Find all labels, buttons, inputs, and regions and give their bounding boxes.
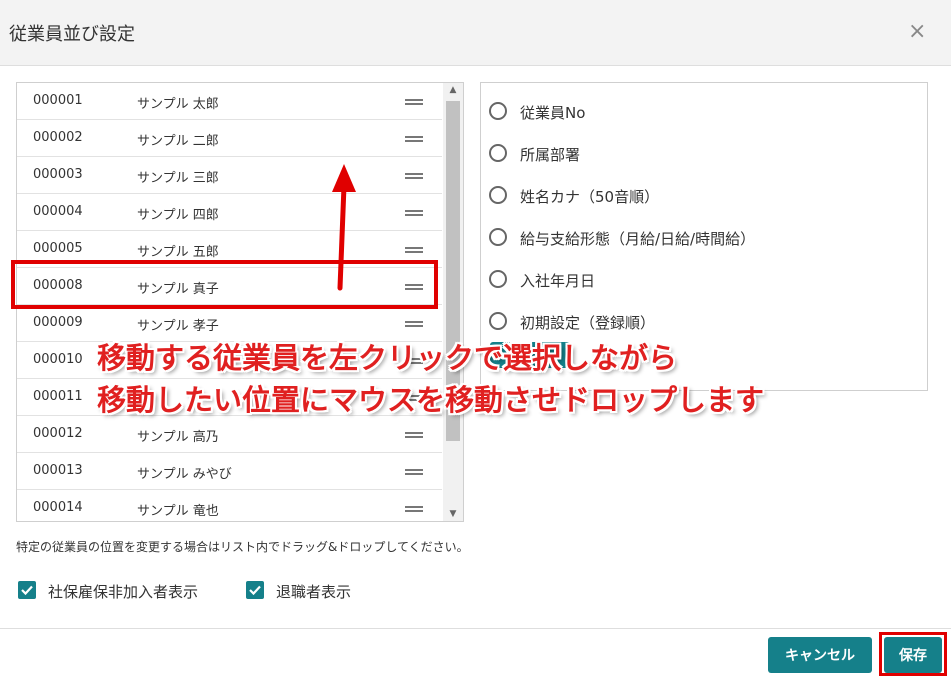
radio-button[interactable] — [489, 186, 507, 204]
radio-label: 従業員No — [520, 104, 586, 122]
employee-name: サンプル 高乃 — [137, 430, 219, 445]
radio-button[interactable] — [489, 312, 507, 330]
radio-label: 姓名カナ（50音順） — [520, 188, 660, 206]
employee-id: 000004 — [33, 204, 83, 219]
employee-name: サンプル みやび — [137, 467, 232, 482]
radio-label: 給与支給形態（月給/日給/時間給） — [520, 230, 756, 248]
employee-id: 000014 — [33, 500, 83, 515]
employee-row[interactable]: 000012 サンプル 高乃 — [17, 416, 442, 453]
employee-id: 000002 — [33, 130, 83, 145]
employee-id: 000005 — [33, 241, 83, 256]
employee-name: サンプル 二郎 — [137, 134, 219, 149]
employee-id: 000013 — [33, 463, 83, 478]
checkbox-checked-icon[interactable] — [246, 581, 264, 599]
checkbox-label: 社保雇保非加入者表示 — [48, 583, 199, 601]
radio-label: 入社年月日 — [520, 272, 596, 290]
drag-handle-icon[interactable] — [405, 247, 423, 253]
annotation-text: 移動したい位置にマウスを移動させドロップします — [97, 383, 765, 417]
scroll-down-icon[interactable]: ▼ — [443, 509, 463, 519]
employee-name: サンプル 孝子 — [137, 319, 219, 334]
employee-row[interactable]: 000013 サンプル みやび — [17, 453, 442, 490]
help-text: 特定の従業員の位置を変更する場合はリスト内でドラッグ&ドロップしてください。 — [16, 540, 469, 554]
employee-row[interactable]: 000004 サンプル 四郎 — [17, 194, 442, 231]
radio-button[interactable] — [489, 228, 507, 246]
employee-row[interactable]: 000002 サンプル 二郎 — [17, 120, 442, 157]
radio-label: 初期設定（登録順） — [520, 314, 656, 332]
drag-handle-icon[interactable] — [405, 173, 423, 179]
radio-button[interactable] — [489, 102, 507, 120]
employee-row[interactable]: 000014 サンプル 竜也 — [17, 490, 442, 521]
scroll-up-icon[interactable]: ▲ — [443, 85, 463, 95]
employee-id: 000009 — [33, 315, 83, 330]
save-button[interactable]: 保存 — [884, 637, 942, 673]
drag-handle-icon[interactable] — [405, 469, 423, 475]
dialog-title: 従業員並び設定 — [9, 24, 135, 45]
dialog-header: 従業員並び設定 × — [0, 0, 951, 66]
drag-handle-icon[interactable] — [405, 210, 423, 216]
employee-id: 000012 — [33, 426, 83, 441]
employee-name: サンプル 三郎 — [137, 171, 219, 186]
employee-name: サンプル 竜也 — [137, 504, 219, 519]
employee-id: 000003 — [33, 167, 83, 182]
footer-divider — [0, 628, 951, 629]
drag-handle-icon[interactable] — [405, 506, 423, 512]
list-scrollbar[interactable]: ▲ ▼ — [443, 83, 463, 521]
selected-row-highlight — [11, 260, 438, 309]
annotation-text: 移動する従業員を左クリックで選択しながら — [97, 341, 678, 375]
employee-name: サンプル 太郎 — [137, 97, 219, 112]
radio-button[interactable] — [489, 144, 507, 162]
drag-handle-icon[interactable] — [405, 136, 423, 142]
employee-id: 000010 — [33, 352, 83, 367]
drag-handle-icon[interactable] — [405, 432, 423, 438]
checkbox-label: 退職者表示 — [276, 583, 352, 601]
radio-button[interactable] — [489, 270, 507, 288]
drag-arrow-icon — [332, 164, 356, 291]
employee-id: 000011 — [33, 389, 83, 404]
employee-name: サンプル 四郎 — [137, 208, 219, 223]
employee-row[interactable]: 000001 サンプル 太郎 — [17, 83, 442, 120]
employee-row[interactable]: 000003 サンプル 三郎 — [17, 157, 442, 194]
drag-handle-icon[interactable] — [405, 321, 423, 327]
employee-id: 000001 — [33, 93, 83, 108]
checkbox-checked-icon[interactable] — [18, 581, 36, 599]
drag-handle-icon[interactable] — [405, 99, 423, 105]
radio-label: 所属部署 — [520, 146, 581, 164]
cancel-button[interactable]: キャンセル — [768, 637, 872, 673]
close-icon[interactable]: × — [908, 20, 926, 44]
employee-name: サンプル 五郎 — [137, 245, 219, 260]
